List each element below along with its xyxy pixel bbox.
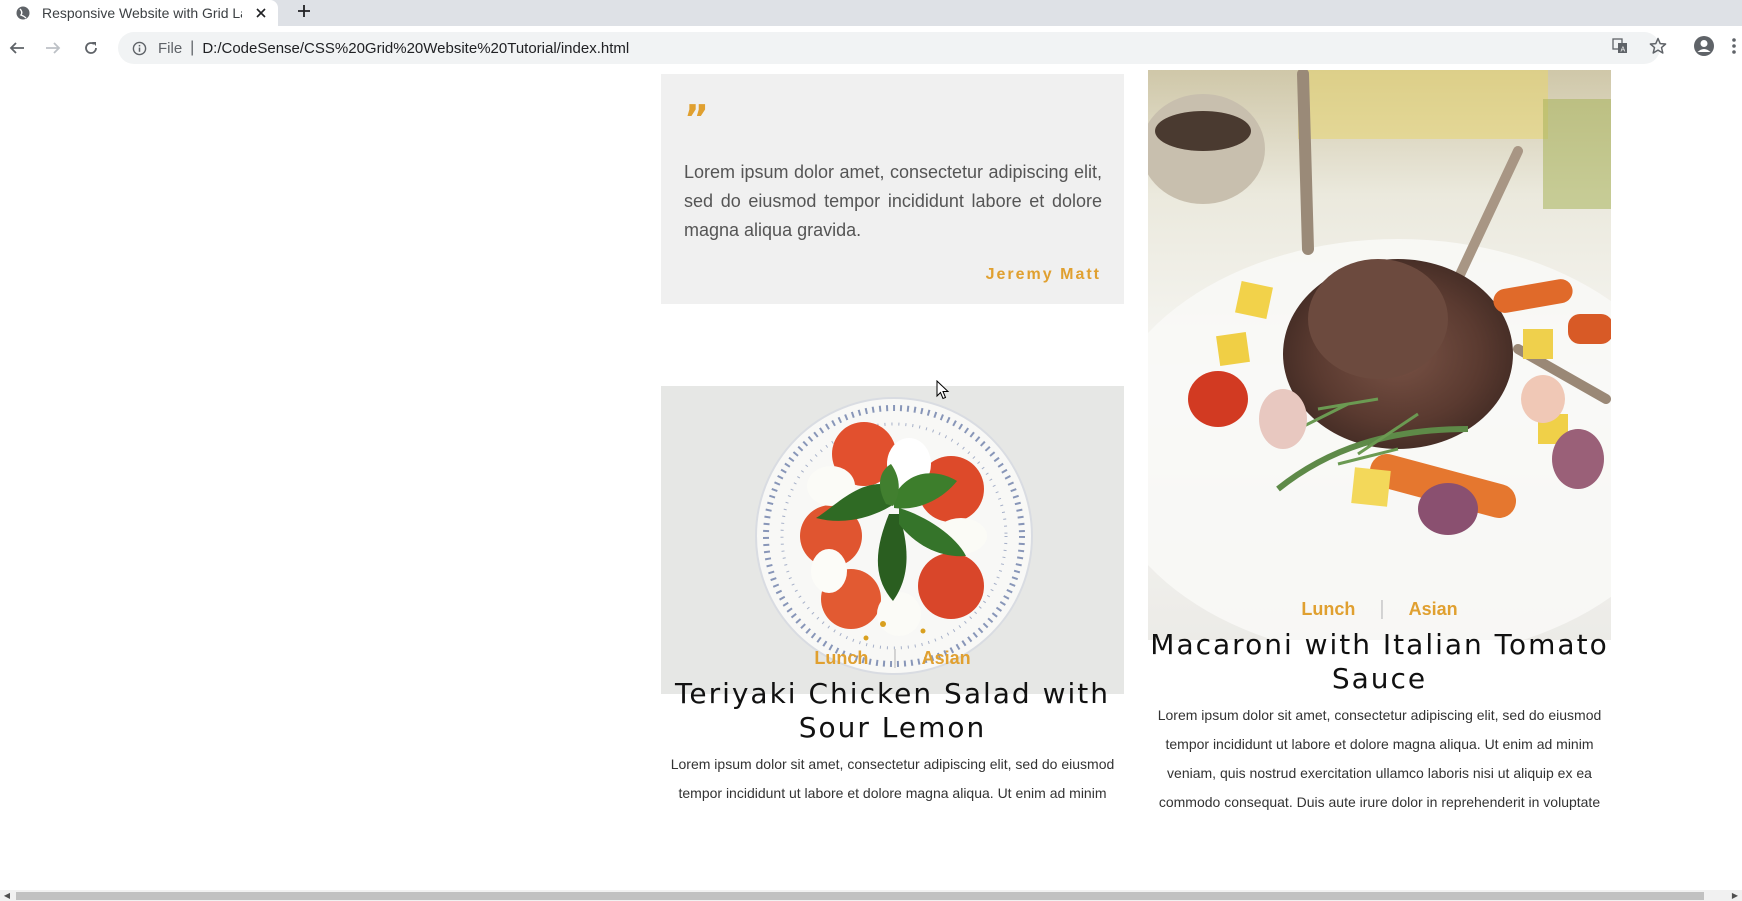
tab-title: Responsive Website with Grid La	[42, 5, 242, 21]
globe-icon	[16, 5, 32, 21]
category-tag[interactable]: Lunch	[1301, 599, 1355, 620]
forward-arrow-icon[interactable]	[41, 36, 65, 60]
card-title[interactable]: Teriyaki Chicken Salad with Sour Lemon	[661, 677, 1124, 745]
url-text[interactable]: D:/CodeSense/CSS%20Grid%20Website%20Tuto…	[202, 40, 629, 57]
new-tab-icon[interactable]	[292, 0, 316, 22]
tag-divider: |	[1379, 598, 1385, 620]
reload-icon[interactable]	[79, 36, 103, 60]
card-description: Lorem ipsum dolor sit amet, consectetur …	[1157, 707, 1602, 810]
info-icon[interactable]	[130, 39, 148, 57]
tag-divider: |	[892, 647, 898, 669]
scroll-right-icon[interactable]: ▶	[1728, 890, 1742, 901]
tab-strip: Responsive Website with Grid La	[0, 0, 1742, 26]
bookmark-star-icon[interactable]	[1646, 34, 1670, 58]
horizontal-scrollbar[interactable]: ◀ ▶	[0, 890, 1742, 901]
category-tag[interactable]: Lunch	[814, 648, 868, 669]
lamb-chop-image	[1148, 70, 1611, 640]
card-tags: Lunch | Asian	[1148, 598, 1611, 621]
card-title[interactable]: Macaroni with Italian Tomato Sauce	[1148, 628, 1611, 696]
browser-toolbar: File | D:/CodeSense/CSS%20Grid%20Website…	[0, 26, 1742, 71]
back-arrow-icon[interactable]	[5, 36, 29, 60]
testimonial-card: ” Lorem ipsum dolor amet, consectetur ad…	[661, 74, 1124, 304]
scrollbar-thumb[interactable]	[16, 892, 1704, 900]
cuisine-tag[interactable]: Asian	[922, 648, 971, 669]
testimonial-author: Jeremy Matt	[985, 266, 1101, 283]
card-description: Lorem ipsum dolor sit amet, consectetur …	[670, 756, 1115, 801]
card-tags: Lunch | Asian	[661, 647, 1124, 670]
scroll-left-icon[interactable]: ◀	[0, 890, 14, 901]
mouse-cursor-icon	[936, 380, 950, 400]
quote-mark: ”	[684, 97, 709, 141]
page-viewport: ” Lorem ipsum dolor amet, consectetur ad…	[0, 70, 1742, 890]
cuisine-tag[interactable]: Asian	[1409, 599, 1458, 620]
testimonial-text: Lorem ipsum dolor amet, consectetur adip…	[684, 162, 1102, 240]
menu-dots-icon[interactable]	[1726, 34, 1742, 58]
svg-text:A: A	[1621, 46, 1626, 54]
close-tab-icon[interactable]	[251, 3, 271, 23]
browser-tab[interactable]: Responsive Website with Grid La	[0, 0, 278, 26]
scheme-separator: |	[190, 39, 195, 56]
address-bar[interactable]: File | D:/CodeSense/CSS%20Grid%20Website…	[118, 32, 1660, 64]
profile-avatar-icon[interactable]	[1692, 34, 1716, 58]
translate-icon[interactable]: A	[1608, 34, 1632, 58]
scheme-label: File	[158, 39, 183, 57]
